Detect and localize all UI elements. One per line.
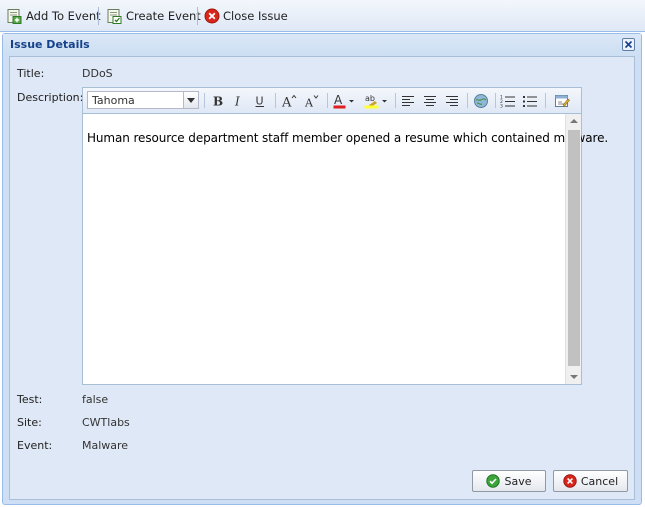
description-text: Human resource department staff member o… xyxy=(87,131,609,145)
save-label: Save xyxy=(504,474,532,488)
cancel-icon xyxy=(563,474,577,488)
title-label: Title: xyxy=(17,67,45,80)
toolbar-separator xyxy=(545,93,546,108)
bullet-list-button[interactable] xyxy=(521,92,539,109)
window-title: Issue Details xyxy=(10,38,90,51)
toolbar-separator xyxy=(495,93,496,108)
align-left-button[interactable] xyxy=(399,92,417,109)
bullet-list-icon xyxy=(523,95,537,107)
font-family-select[interactable]: Tahoma xyxy=(87,91,199,109)
create-event-button[interactable]: Create Event xyxy=(106,6,201,26)
svg-text:A: A xyxy=(334,93,343,107)
italic-button[interactable]: I xyxy=(229,92,247,109)
scroll-down-icon[interactable] xyxy=(570,375,578,379)
test-value: false xyxy=(82,393,109,406)
align-center-icon xyxy=(424,95,436,106)
align-left-icon xyxy=(402,95,414,106)
toolbar-separator xyxy=(197,7,198,25)
main-toolbar: Add To Event Create Event Close Issue xyxy=(0,0,645,32)
bold-button[interactable]: B xyxy=(208,92,226,109)
bold-icon: B xyxy=(213,94,223,108)
site-value: CWTlabs xyxy=(82,416,130,429)
create-event-label: Create Event xyxy=(126,9,201,23)
font-increase-icon: A xyxy=(281,94,297,108)
toolbar-separator xyxy=(204,93,205,108)
underline-button[interactable]: U xyxy=(251,92,269,109)
cancel-label: Cancel xyxy=(580,474,619,488)
font-decrease-icon: A xyxy=(304,94,319,108)
svg-text:I: I xyxy=(234,94,240,108)
close-issue-icon xyxy=(204,8,220,24)
toolbar-separator xyxy=(395,93,396,108)
window-close-button[interactable] xyxy=(622,38,635,51)
svg-text:U: U xyxy=(256,94,264,107)
svg-text:A: A xyxy=(281,95,292,108)
close-issue-label: Close Issue xyxy=(223,9,288,23)
svg-text:B: B xyxy=(213,94,223,108)
add-to-event-button[interactable]: Add To Event xyxy=(6,6,101,26)
underline-icon: U xyxy=(255,94,264,107)
window-header[interactable]: Issue Details xyxy=(3,34,641,56)
description-editor: Tahoma B I U A A A ab 1 2 3 Human resour… xyxy=(82,87,608,385)
scrollbar-thumb[interactable] xyxy=(568,130,580,366)
italic-icon: I xyxy=(234,94,240,108)
numbered-list-button[interactable]: 123 xyxy=(499,92,517,109)
title-value: DDoS xyxy=(82,67,113,80)
align-right-icon xyxy=(446,95,458,106)
event-value: Malware xyxy=(82,439,129,452)
site-label: Site: xyxy=(17,416,42,429)
add-to-event-icon xyxy=(7,8,22,24)
close-issue-button[interactable]: Close Issue xyxy=(204,6,288,26)
highlight-icon: ab xyxy=(364,94,387,108)
svg-text:3: 3 xyxy=(500,103,503,108)
font-color-button[interactable]: A xyxy=(332,92,356,109)
decrease-font-button[interactable]: A xyxy=(303,92,321,109)
toolbar-separator xyxy=(467,93,468,108)
toolbar-separator xyxy=(275,93,276,108)
chevron-down-icon xyxy=(183,92,198,108)
link-icon xyxy=(474,93,488,108)
issue-form: Title: DDoS Description: Tahoma B I U A … xyxy=(9,56,635,500)
editor-toolbar: Tahoma B I U A A A ab 1 2 3 xyxy=(83,88,581,114)
align-right-button[interactable] xyxy=(443,92,461,109)
issue-details-window: Issue Details Title: DDoS Description: T… xyxy=(2,33,642,505)
close-icon xyxy=(624,40,633,49)
check-icon xyxy=(486,474,501,488)
align-center-button[interactable] xyxy=(421,92,439,109)
svg-text:ab: ab xyxy=(365,94,375,103)
add-to-event-label: Add To Event xyxy=(26,9,101,23)
highlight-color-button[interactable]: ab xyxy=(363,92,389,109)
event-label: Event: xyxy=(17,439,53,452)
svg-text:A: A xyxy=(304,96,314,108)
editor-scrollbar[interactable] xyxy=(565,114,581,384)
cancel-button[interactable]: Cancel xyxy=(553,470,628,492)
description-textarea[interactable]: Human resource department staff member o… xyxy=(83,114,608,384)
toolbar-separator xyxy=(327,93,328,108)
insert-link-button[interactable] xyxy=(472,92,490,109)
numbered-list-icon: 123 xyxy=(500,94,515,108)
toolbar-separator xyxy=(98,7,99,25)
create-event-icon xyxy=(107,8,122,24)
test-label: Test: xyxy=(17,393,43,406)
source-edit-button[interactable] xyxy=(553,92,571,109)
increase-font-button[interactable]: A xyxy=(280,92,298,109)
font-color-icon: A xyxy=(333,93,354,108)
source-edit-icon xyxy=(555,94,570,107)
description-label: Description: xyxy=(17,91,84,104)
font-family-value: Tahoma xyxy=(92,94,135,107)
scroll-up-icon[interactable] xyxy=(570,119,578,123)
save-button[interactable]: Save xyxy=(472,470,546,492)
